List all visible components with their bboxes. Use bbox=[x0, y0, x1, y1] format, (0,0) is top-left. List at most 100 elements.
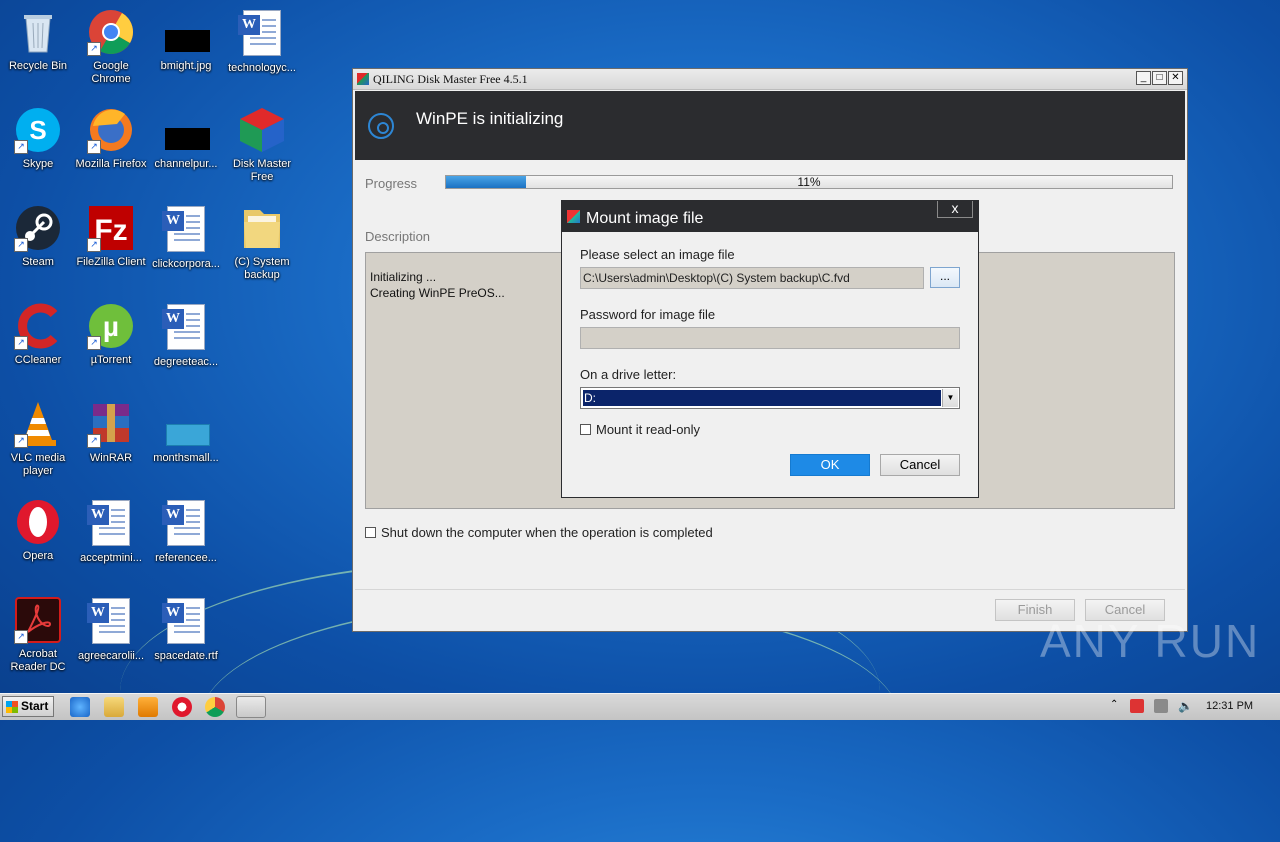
desktop-icon-label: bmight.jpg bbox=[160, 60, 212, 72]
desktop-icon-bmight[interactable]: bmight.jpg bbox=[148, 8, 224, 73]
image-file-label: Please select an image file bbox=[580, 247, 735, 262]
desktop-icon-filezilla[interactable]: Fz ↗ FileZilla Client bbox=[73, 204, 149, 269]
filezilla-icon: Fz ↗ bbox=[87, 204, 135, 252]
desktop-icon-disk-master[interactable]: Disk Master Free bbox=[224, 106, 300, 184]
wallpaper-swoosh bbox=[200, 600, 900, 842]
shortcut-arrow-icon: ↗ bbox=[87, 434, 101, 448]
clock[interactable]: 12:31 PM bbox=[1206, 700, 1253, 712]
maximize-button[interactable]: □ bbox=[1152, 71, 1167, 85]
desktop-icon-system-backup[interactable]: (C) System backup bbox=[224, 204, 300, 282]
image-path-field[interactable]: C:\Users\admin\Desktop\(C) System backup… bbox=[580, 267, 924, 289]
ok-button[interactable]: OK bbox=[790, 454, 870, 476]
app-cube-icon bbox=[567, 210, 580, 223]
word-document-icon: W bbox=[87, 500, 135, 548]
word-document-icon: W bbox=[238, 10, 286, 58]
desktop-icon-referencee[interactable]: W referencee... bbox=[148, 498, 224, 565]
shortcut-arrow-icon: ↗ bbox=[14, 630, 28, 644]
readonly-checkbox[interactable] bbox=[580, 424, 591, 435]
minimize-button[interactable]: _ bbox=[1136, 71, 1151, 85]
desktop-icon-acceptmini[interactable]: W acceptmini... bbox=[73, 498, 149, 565]
opera-icon[interactable] bbox=[172, 697, 192, 717]
desktop-icon-steam[interactable]: ↗ Steam bbox=[0, 204, 76, 269]
desktop-icon-ccleaner[interactable]: ↗ CCleaner bbox=[0, 302, 76, 367]
disk-master-cube-icon bbox=[238, 106, 286, 154]
password-field[interactable] bbox=[580, 327, 960, 349]
disk-master-taskbar-button[interactable] bbox=[236, 696, 266, 718]
word-document-icon: W bbox=[87, 598, 135, 646]
word-document-icon: W bbox=[162, 304, 210, 352]
dialog-cancel-button[interactable]: Cancel bbox=[880, 454, 960, 476]
desktop-icon-label: channelpur... bbox=[154, 158, 218, 170]
action-center-icon[interactable] bbox=[1130, 699, 1144, 713]
shortcut-arrow-icon: ↗ bbox=[87, 140, 101, 154]
desktop-icon-firefox[interactable]: ↗ Mozilla Firefox bbox=[73, 106, 149, 171]
browse-button[interactable]: ... bbox=[930, 267, 960, 288]
readonly-option[interactable]: Mount it read-only bbox=[580, 422, 700, 437]
dialog-titlebar[interactable]: Mount image file x bbox=[562, 201, 978, 232]
desktop-icon-label: referencee... bbox=[155, 552, 217, 564]
utorrent-icon: µ ↗ bbox=[87, 302, 135, 350]
word-document-icon: W bbox=[162, 598, 210, 646]
volume-icon[interactable]: 🔈 bbox=[1178, 699, 1193, 713]
desktop-icon-label: monthsmall... bbox=[153, 452, 219, 464]
windows-logo-icon bbox=[6, 701, 18, 713]
chevron-down-icon[interactable]: ▼ bbox=[942, 389, 958, 407]
start-label: Start bbox=[21, 699, 49, 713]
opera-icon bbox=[14, 498, 62, 546]
close-button[interactable]: ✕ bbox=[1168, 71, 1183, 85]
desktop-icon-label: FileZilla Client bbox=[76, 256, 146, 268]
start-button[interactable]: Start bbox=[2, 696, 54, 717]
shutdown-checkbox[interactable] bbox=[365, 527, 376, 538]
shortcut-arrow-icon: ↗ bbox=[14, 238, 28, 252]
mount-image-dialog: Mount image file x Please select an imag… bbox=[561, 200, 979, 498]
window-titlebar[interactable]: QILING Disk Master Free 4.5.1 _ □ ✕ bbox=[353, 69, 1187, 90]
desktop-icon-label: clickcorpora... bbox=[152, 258, 220, 270]
desktop-icon-utorrent[interactable]: µ ↗ µTorrent bbox=[73, 302, 149, 367]
password-label: Password for image file bbox=[580, 307, 716, 322]
internet-explorer-icon[interactable] bbox=[70, 697, 90, 717]
svg-text:µ: µ bbox=[103, 311, 119, 342]
file-explorer-icon[interactable] bbox=[104, 697, 124, 717]
desktop-icon-acrobat[interactable]: ↗ Acrobat Reader DC bbox=[0, 596, 76, 674]
show-hidden-icons-icon[interactable]: ⌃ bbox=[1110, 699, 1124, 713]
desktop-icon-label: Opera bbox=[22, 550, 54, 562]
readonly-label: Mount it read-only bbox=[596, 422, 701, 437]
desktop-icon-label: agreecarolii... bbox=[77, 650, 145, 662]
dialog-close-button[interactable]: x bbox=[937, 201, 973, 218]
desktop-icon-skype[interactable]: S ↗ Skype bbox=[0, 106, 76, 171]
app-cube-icon bbox=[357, 73, 369, 85]
dialog-title: Mount image file bbox=[586, 210, 704, 227]
window-title: QILING Disk Master Free 4.5.1 bbox=[373, 71, 528, 86]
desktop-icon-opera[interactable]: Opera bbox=[0, 498, 76, 563]
desktop-icon-clickcorpora[interactable]: W clickcorpora... bbox=[148, 204, 224, 271]
ccleaner-icon: ↗ bbox=[14, 302, 62, 350]
desktop-icon-recycle-bin[interactable]: Recycle Bin bbox=[0, 8, 76, 73]
svg-text:S: S bbox=[29, 115, 46, 145]
media-player-icon[interactable] bbox=[138, 697, 158, 717]
desktop-icon-label: Steam bbox=[22, 256, 54, 268]
window-header: WinPE is initializing bbox=[355, 91, 1185, 160]
desktop-icon-winrar[interactable]: ↗ WinRAR bbox=[73, 400, 149, 465]
steam-icon: ↗ bbox=[14, 204, 62, 252]
desktop-icon-label: VLC media player bbox=[10, 452, 66, 477]
drive-letter-select[interactable]: D: ▼ bbox=[580, 387, 960, 409]
taskbar: Start ⌃ 🔈 12:31 PM bbox=[0, 693, 1280, 720]
desktop-icon-monthsmall[interactable]: monthsmall... bbox=[148, 400, 224, 465]
chrome-icon[interactable] bbox=[205, 697, 225, 717]
word-document-icon: W bbox=[162, 206, 210, 254]
desktop-icon-vlc[interactable]: ↗ VLC media player bbox=[0, 400, 76, 478]
desktop-icon-agreecarolii[interactable]: W agreecarolii... bbox=[73, 596, 149, 663]
desktop-icon-label: technologyc... bbox=[228, 62, 296, 74]
desktop-icon-spacedate[interactable]: W spacedate.rtf bbox=[148, 596, 224, 663]
drive-letter-value: D: bbox=[582, 389, 942, 407]
desktop-icon-degreeteac[interactable]: W degreeteac... bbox=[148, 302, 224, 369]
firefox-icon: ↗ bbox=[87, 106, 135, 154]
desktop-icon-technologyc[interactable]: W technologyc... bbox=[224, 8, 300, 75]
shortcut-arrow-icon: ↗ bbox=[14, 336, 28, 350]
recycle-bin-icon bbox=[14, 8, 62, 56]
shutdown-option[interactable]: Shut down the computer when the operatio… bbox=[365, 525, 713, 540]
network-icon[interactable] bbox=[1154, 699, 1168, 713]
desktop-icon-channelpur[interactable]: channelpur... bbox=[148, 106, 224, 171]
folder-icon bbox=[238, 204, 286, 252]
desktop-icon-google-chrome[interactable]: ↗ Google Chrome bbox=[73, 8, 149, 86]
